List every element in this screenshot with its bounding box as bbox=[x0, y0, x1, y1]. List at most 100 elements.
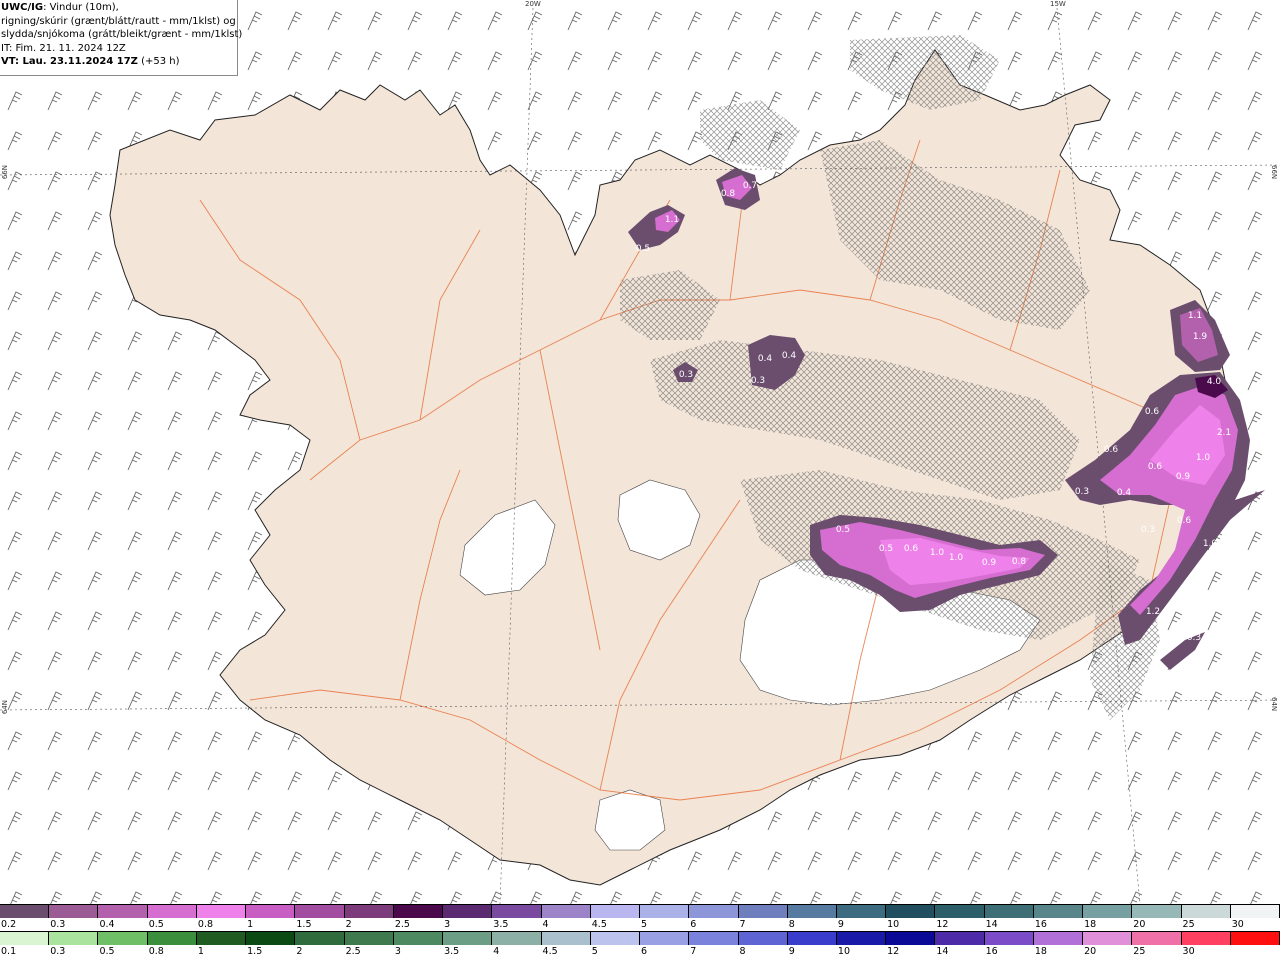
scale-label: 0.3 bbox=[50, 946, 66, 957]
scale-swatch bbox=[1132, 932, 1182, 945]
scale-swatch bbox=[590, 932, 641, 945]
scale-swatch bbox=[836, 905, 887, 918]
scale-swatch bbox=[541, 905, 591, 918]
scale-label: 14 bbox=[985, 919, 998, 930]
scale-swatch bbox=[0, 905, 50, 918]
info-line: : Vindur (10m), bbox=[43, 2, 119, 13]
scale-swatch bbox=[246, 905, 296, 918]
scale-label: 18 bbox=[1084, 919, 1097, 930]
scale-swatch bbox=[787, 932, 837, 945]
scale-swatch bbox=[541, 932, 591, 945]
scale-swatch bbox=[147, 932, 197, 945]
precip-label: 1.0 bbox=[949, 553, 964, 563]
scale-label: 0.8 bbox=[148, 946, 164, 957]
precip-label: 1.1 bbox=[1188, 311, 1202, 321]
scale-label: 20 bbox=[1084, 946, 1097, 957]
precip-label: 0.4 bbox=[1117, 488, 1132, 498]
rain-scale-labels: 0.1 0.3 0.5 0.8 1 1.5 2 2.5 3 3.5 4 4.5 5 6 7 8 9 10 12 14 1… bbox=[0, 946, 1280, 958]
scale-label: 2.5 bbox=[345, 946, 361, 957]
scale-label: 3 bbox=[394, 946, 401, 957]
scale-swatch bbox=[344, 932, 394, 945]
scale-label: 4 bbox=[542, 919, 549, 930]
scale-label: 7 bbox=[739, 919, 746, 930]
scale-swatch bbox=[98, 932, 148, 945]
precip-label: 1.0 bbox=[1196, 453, 1211, 463]
precip-label: 0.7 bbox=[743, 181, 757, 191]
scale-swatch bbox=[787, 905, 837, 918]
scale-label: 1 bbox=[247, 919, 254, 930]
scale-swatch bbox=[836, 932, 887, 945]
scale-label: 25 bbox=[1133, 946, 1146, 957]
coord-label: 66N bbox=[1, 165, 9, 180]
scale-swatch bbox=[738, 932, 788, 945]
precip-label: 1.0 bbox=[930, 548, 945, 558]
precip-label: 2.1 bbox=[1217, 428, 1231, 438]
precip-label: 0.9 bbox=[1176, 472, 1191, 482]
scale-label: 3.5 bbox=[493, 919, 509, 930]
scale-swatch bbox=[295, 932, 345, 945]
scale-label: 9 bbox=[788, 946, 795, 957]
scale-swatch bbox=[1033, 905, 1084, 918]
scale-swatch bbox=[1132, 905, 1182, 918]
scale-label: 2 bbox=[345, 919, 352, 930]
scale-swatch bbox=[0, 932, 50, 945]
scale-swatch bbox=[492, 932, 542, 945]
scale-swatch bbox=[344, 905, 394, 918]
precip-label: 1.0 bbox=[1203, 539, 1218, 549]
init-time: IT: Fim. 21. 11. 2024 12Z bbox=[1, 42, 126, 54]
precip-label: 0.3 bbox=[679, 370, 693, 380]
scale-swatch bbox=[196, 932, 247, 945]
precip-label: 1.1 bbox=[665, 215, 679, 225]
map-info-box: UWC/IG: Vindur (10m), rigning/skúrir (gr… bbox=[0, 0, 243, 76]
scale-label: 4 bbox=[493, 946, 500, 957]
scale-label: 0.5 bbox=[148, 919, 164, 930]
scale-label: 30 bbox=[1231, 919, 1244, 930]
coord-label: 66N bbox=[1270, 165, 1278, 180]
weather-map: 0.5 1.1 0.8 0.7 0.4 0.4 0.3 0.3 1.1 1.9 … bbox=[0, 0, 1280, 904]
scale-label: 4.5 bbox=[542, 946, 558, 957]
precip-label: 0.6 bbox=[1145, 407, 1160, 417]
precip-label: 1.2 bbox=[1146, 607, 1160, 617]
coord-label: 20W bbox=[525, 0, 541, 8]
scale-swatch bbox=[984, 905, 1034, 918]
scale-swatch bbox=[393, 905, 444, 918]
precip-label: 0.6 bbox=[904, 544, 919, 554]
scale-swatch bbox=[935, 932, 985, 945]
scale-swatch bbox=[492, 905, 542, 918]
precip-label: 0.5 bbox=[836, 525, 850, 535]
scale-swatch bbox=[1230, 932, 1280, 945]
precip-label: 0.9 bbox=[982, 558, 997, 568]
forecast-hour: (+53 h) bbox=[137, 56, 180, 67]
scale-label: 14 bbox=[936, 946, 949, 957]
scale-swatch bbox=[886, 932, 936, 945]
precip-label: 0.8 bbox=[1012, 557, 1027, 567]
scale-label: 0.8 bbox=[197, 919, 214, 930]
scale-swatch bbox=[246, 932, 296, 945]
scale-swatch bbox=[443, 932, 493, 945]
snow-color-scale bbox=[0, 904, 1280, 918]
coord-label: 15W bbox=[1050, 0, 1066, 8]
info-line: rigning/skúrir (grænt/blátt/rautt - mm/1… bbox=[1, 15, 236, 27]
scale-swatch bbox=[1181, 905, 1231, 918]
coord-label: 64N bbox=[1270, 697, 1278, 712]
scale-label: 0.5 bbox=[99, 946, 115, 957]
scale-swatch bbox=[886, 905, 936, 918]
scale-swatch bbox=[1033, 932, 1084, 945]
scale-swatch bbox=[295, 905, 345, 918]
scale-label: 10 bbox=[887, 919, 900, 930]
scale-label: 0.1 bbox=[1, 946, 17, 957]
scale-label: 6 bbox=[641, 946, 648, 957]
precip-label: 0.3 bbox=[751, 376, 765, 386]
scale-swatch bbox=[984, 932, 1034, 945]
scale-label: 9 bbox=[837, 919, 844, 930]
scale-swatch bbox=[640, 905, 690, 918]
info-line: slydda/snjókoma (grátt/bleikt/grænt - mm… bbox=[1, 29, 243, 40]
scale-swatch bbox=[49, 905, 99, 918]
scale-label: 0.2 bbox=[1, 919, 17, 930]
scale-label: 10 bbox=[837, 946, 851, 957]
precip-label: 0.3 bbox=[1187, 633, 1201, 643]
scale-swatch bbox=[689, 905, 739, 918]
precip-label: 0.6 bbox=[1104, 445, 1119, 455]
scale-label: 6 bbox=[690, 919, 697, 930]
precip-label: 0.3 bbox=[1141, 525, 1155, 535]
